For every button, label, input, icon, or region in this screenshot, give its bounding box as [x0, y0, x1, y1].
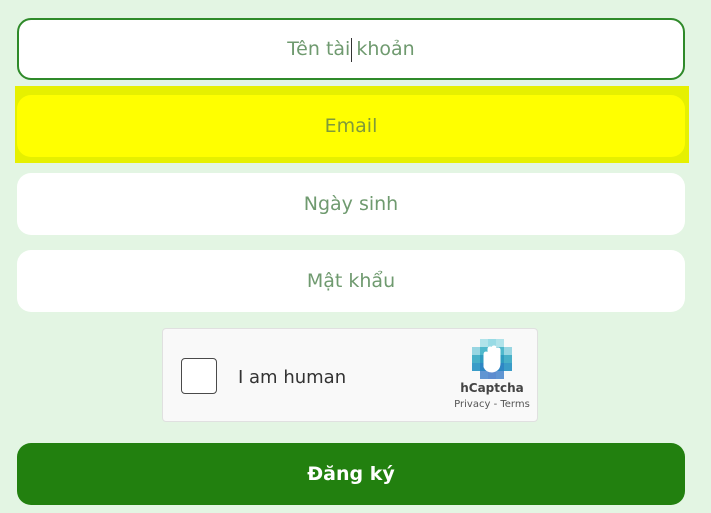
birthdate-input[interactable] — [17, 173, 685, 235]
captcha-links: Privacy - Terms — [447, 399, 537, 410]
privacy-link[interactable]: Privacy — [454, 399, 490, 410]
register-button[interactable]: Đăng ký — [17, 443, 685, 505]
captcha-label: I am human — [238, 367, 347, 388]
text-caret — [351, 38, 352, 62]
links-separator: - — [490, 399, 501, 410]
terms-link[interactable]: Terms — [500, 399, 529, 410]
hcaptcha-widget: I am human hCaptcha Privacy - Terms — [162, 328, 538, 422]
hcaptcha-logo-icon — [472, 339, 512, 379]
email-input[interactable] — [17, 95, 685, 157]
hcaptcha-brand: hCaptcha — [460, 381, 524, 395]
password-input[interactable] — [17, 250, 685, 312]
captcha-checkbox[interactable] — [181, 358, 217, 394]
